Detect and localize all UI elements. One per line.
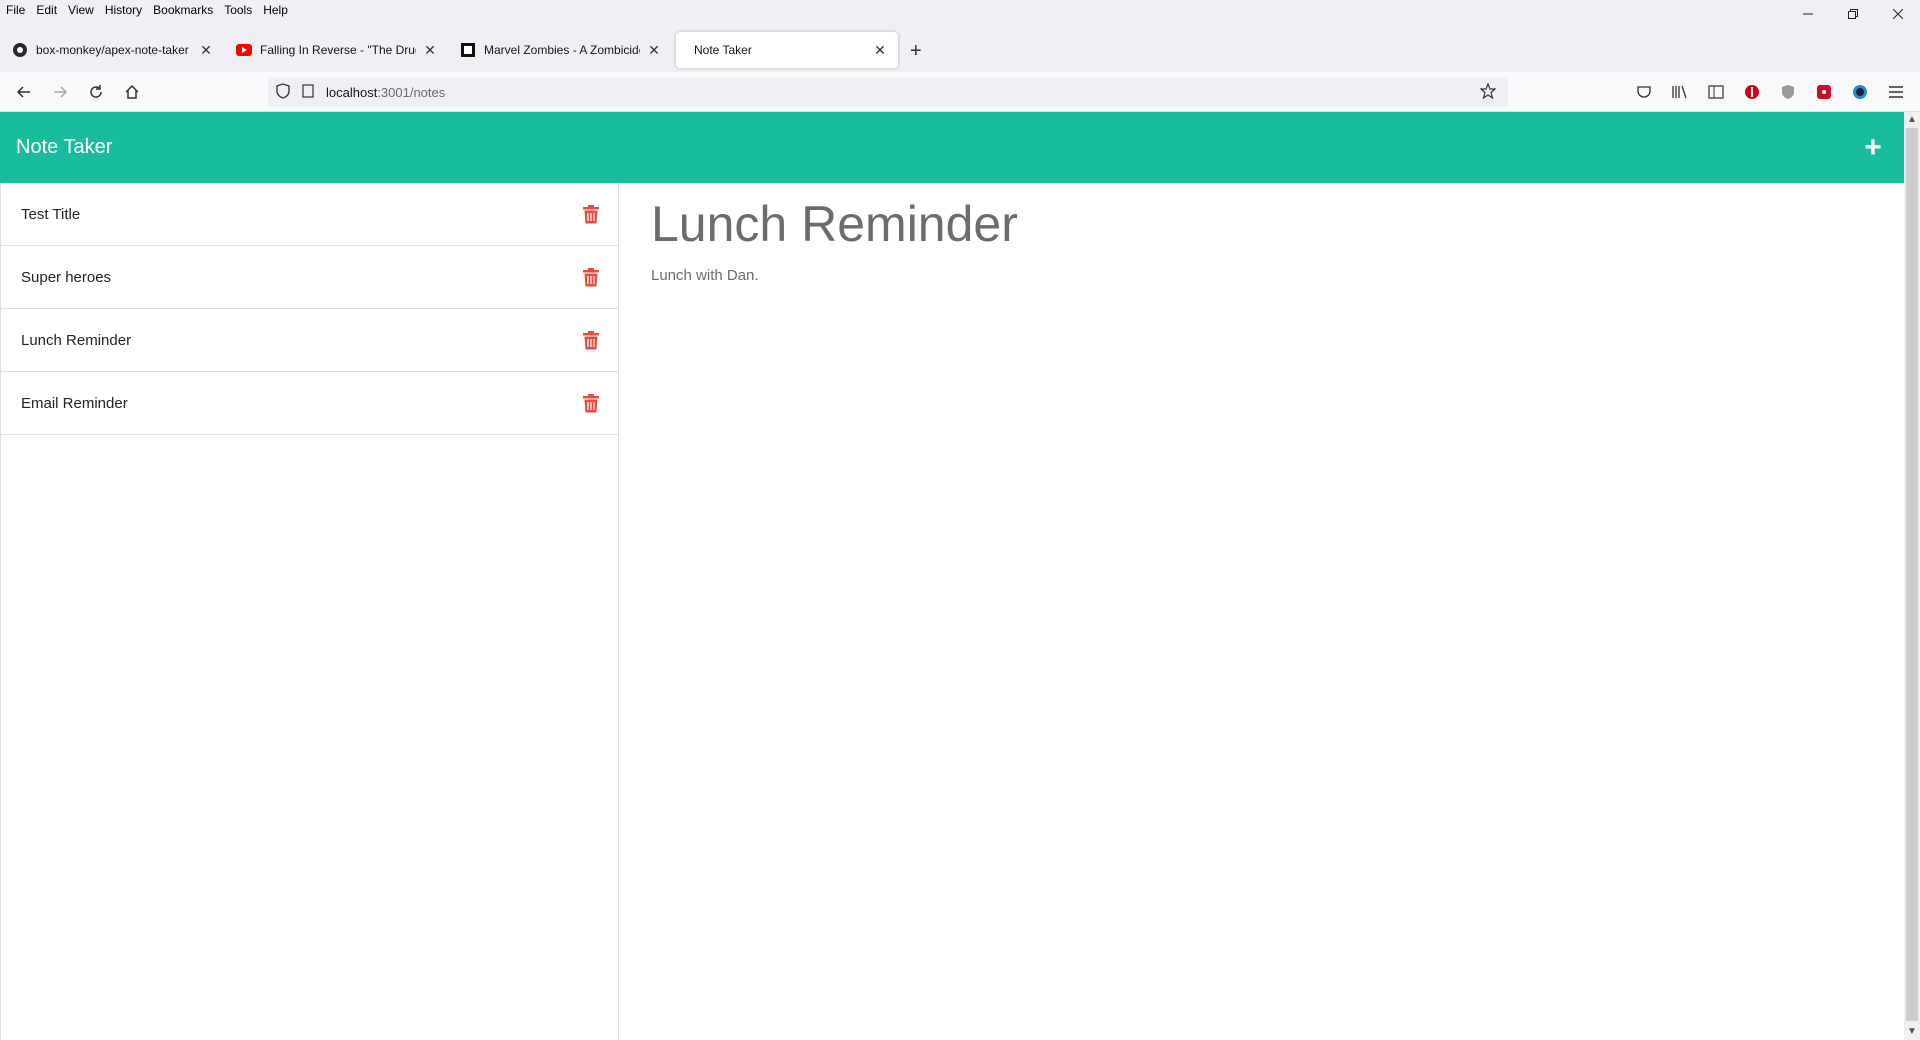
restore-button[interactable] <box>1830 0 1875 28</box>
scroll-up-arrow-icon[interactable]: ▲ <box>1904 112 1920 128</box>
sidebar-icon[interactable] <box>1706 82 1726 102</box>
note-list-item[interactable]: Lunch Reminder <box>1 309 618 372</box>
menu-history[interactable]: History <box>105 3 142 17</box>
arrow-right-icon <box>54 86 68 98</box>
hamburger-menu-icon[interactable] <box>1886 82 1906 102</box>
menu-bookmarks[interactable]: Bookmarks <box>153 3 213 17</box>
trash-icon[interactable] <box>582 330 600 350</box>
tab-strip: box-monkey/apex-note-taker ✕ Falling In … <box>0 28 1920 72</box>
tab-kickstarter[interactable]: Marvel Zombies - A Zombicide ✕ <box>450 32 672 68</box>
privacy-extension-icon[interactable] <box>1778 82 1798 102</box>
menu-file[interactable]: File <box>6 3 25 17</box>
tab-label: Marvel Zombies - A Zombicide <box>484 43 640 57</box>
app-body: Test Title Super heroes Lunch Reminder E… <box>0 183 1904 1040</box>
note-editor: Lunch Reminder Lunch with Dan. <box>619 183 1904 1040</box>
pocket-icon[interactable] <box>1634 82 1654 102</box>
url-text[interactable]: localhost:3001/notes <box>326 85 445 100</box>
tab-github[interactable]: box-monkey/apex-note-taker ✕ <box>2 32 224 68</box>
app-header: Note Taker + <box>0 112 1904 183</box>
tab-label: Note Taker <box>694 43 752 57</box>
page-scrollbar[interactable]: ▲ ▼ <box>1904 112 1920 1040</box>
note-list: Test Title Super heroes Lunch Reminder E… <box>0 183 619 1040</box>
url-host: localhost <box>326 84 378 100</box>
tab-note-taker[interactable]: Note Taker ✕ <box>676 32 898 68</box>
scrollbar-thumb[interactable] <box>1906 128 1918 1021</box>
tab-close-button[interactable]: ✕ <box>422 42 438 59</box>
home-icon <box>125 84 139 99</box>
tab-label: box-monkey/apex-note-taker <box>36 43 189 57</box>
note-list-item[interactable]: Email Reminder <box>1 372 618 435</box>
new-note-button[interactable]: + <box>1858 131 1888 165</box>
note-item-title[interactable]: Test Title <box>21 206 80 223</box>
youtube-icon <box>236 42 252 58</box>
url-path: :3001/notes <box>377 84 446 100</box>
close-window-button[interactable] <box>1875 0 1920 28</box>
reload-icon <box>90 85 102 98</box>
trash-icon[interactable] <box>582 267 600 287</box>
menu-edit[interactable]: Edit <box>36 3 57 17</box>
library-icon[interactable] <box>1670 82 1690 102</box>
account-extension-icon[interactable] <box>1850 82 1870 102</box>
close-icon <box>1892 9 1903 19</box>
url-bar[interactable]: localhost:3001/notes <box>268 77 1508 107</box>
minimize-button[interactable] <box>1785 0 1830 28</box>
github-icon <box>12 42 28 58</box>
note-item-title[interactable]: Lunch Reminder <box>21 332 131 349</box>
menu-bar: File Edit View History Bookmarks Tools H… <box>0 0 1920 20</box>
tab-close-button[interactable]: ✕ <box>872 42 888 59</box>
shield-icon[interactable] <box>276 82 292 102</box>
note-list-item[interactable]: Super heroes <box>1 246 618 309</box>
forward-button[interactable] <box>48 80 72 104</box>
home-button[interactable] <box>120 80 144 104</box>
restore-icon <box>1847 9 1858 19</box>
new-tab-button[interactable]: + <box>910 40 922 63</box>
tab-close-button[interactable]: ✕ <box>646 42 662 59</box>
tab-youtube[interactable]: Falling In Reverse - "The Drug In Me ✕ <box>226 32 448 68</box>
note-list-item[interactable]: Test Title <box>1 183 618 246</box>
trash-icon[interactable] <box>582 204 600 224</box>
bookmark-star-icon[interactable] <box>1479 81 1497 102</box>
arrow-left-icon <box>16 86 30 98</box>
app-title[interactable]: Note Taker <box>16 136 112 159</box>
note-item-title[interactable]: Email Reminder <box>21 395 128 412</box>
menu-view[interactable]: View <box>68 3 94 17</box>
window-controls <box>1785 0 1920 28</box>
reload-button[interactable] <box>84 80 108 104</box>
note-text-field[interactable]: Lunch with Dan. <box>651 267 1872 284</box>
page-info-icon[interactable] <box>302 83 318 101</box>
trash-icon[interactable] <box>582 393 600 413</box>
lastpass-extension-icon[interactable] <box>1814 82 1834 102</box>
page-viewport: Note Taker + Test Title Super heroes Lun… <box>0 112 1904 1040</box>
navigation-bar: localhost:3001/notes <box>0 72 1920 112</box>
back-button[interactable] <box>12 80 36 104</box>
menu-help[interactable]: Help <box>263 3 288 17</box>
tab-close-button[interactable]: ✕ <box>198 42 214 59</box>
scroll-down-arrow-icon[interactable]: ▼ <box>1904 1024 1920 1040</box>
tab-label: Falling In Reverse - "The Drug In Me <box>260 43 416 57</box>
menu-tools[interactable]: Tools <box>224 3 252 17</box>
minimize-icon <box>1802 13 1813 15</box>
kickstarter-icon <box>460 42 476 58</box>
note-title-field[interactable]: Lunch Reminder <box>651 195 1872 253</box>
note-item-title[interactable]: Super heroes <box>21 269 111 286</box>
adblock-extension-icon[interactable] <box>1742 82 1762 102</box>
